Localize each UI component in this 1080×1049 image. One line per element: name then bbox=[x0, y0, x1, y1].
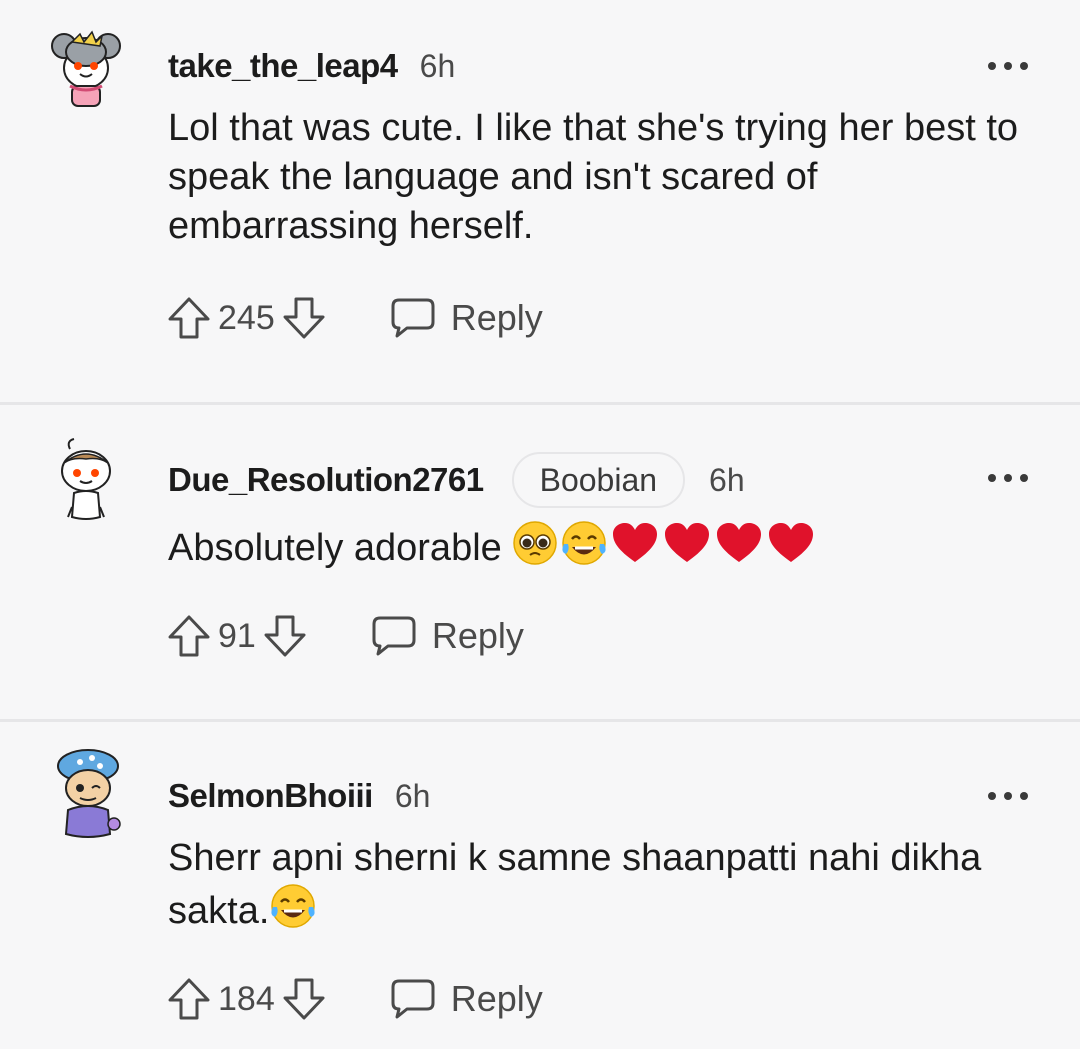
comment-body: Lol that was cute. I like that she's try… bbox=[168, 107, 1019, 247]
more-options-icon[interactable] bbox=[988, 790, 1028, 802]
more-options-icon[interactable] bbox=[988, 60, 1028, 72]
downvote-icon[interactable] bbox=[262, 613, 308, 659]
username[interactable]: Due_Resolution2761 bbox=[168, 461, 484, 499]
reply-button[interactable]: Reply bbox=[389, 296, 543, 340]
vote-count: 91 bbox=[218, 616, 256, 655]
tears-of-joy-icon bbox=[560, 520, 608, 579]
timestamp: 6h bbox=[419, 47, 456, 84]
upvote-icon[interactable] bbox=[166, 613, 212, 659]
timestamp: 6h bbox=[394, 777, 431, 814]
red-heart-icon bbox=[662, 520, 712, 579]
comment-header: take_the_leap4 6h bbox=[168, 44, 455, 88]
timestamp: 6h bbox=[709, 461, 745, 498]
downvote-icon[interactable] bbox=[281, 295, 327, 341]
comment-3: SelmonBhoiii 6h Sherr apni sherni k samn… bbox=[0, 722, 1080, 1049]
reply-button[interactable]: Reply bbox=[389, 977, 543, 1021]
comment-actions: 184 Reply bbox=[166, 974, 543, 1024]
red-heart-icon bbox=[714, 520, 764, 579]
pleading-face-icon bbox=[512, 520, 558, 579]
vote-count: 184 bbox=[218, 979, 275, 1018]
comment-actions: 245 Reply bbox=[166, 293, 543, 343]
upvote-icon[interactable] bbox=[166, 976, 212, 1022]
chat-bubble-icon bbox=[391, 298, 435, 338]
user-flair-badge: Boobian bbox=[511, 452, 686, 508]
username[interactable]: take_the_leap4 bbox=[168, 47, 398, 85]
red-heart-icon bbox=[610, 520, 660, 579]
reply-label: Reply bbox=[431, 615, 524, 656]
chat-bubble-icon bbox=[391, 979, 435, 1019]
reply-button[interactable]: Reply bbox=[370, 614, 524, 658]
chat-bubble-icon bbox=[372, 616, 416, 656]
snoo-avatar-icon bbox=[57, 749, 121, 838]
snoo-avatar-icon bbox=[51, 30, 121, 107]
vote-count: 245 bbox=[218, 298, 275, 337]
comment-body: Absolutely adorable bbox=[168, 520, 1048, 579]
comment-text: Absolutely adorable bbox=[168, 527, 513, 569]
red-heart-icon bbox=[766, 520, 816, 579]
comment-header: Due_Resolution2761 Boobian 6h bbox=[168, 452, 745, 508]
snoo-avatar-icon bbox=[61, 438, 111, 520]
user-avatar[interactable] bbox=[50, 744, 122, 838]
user-avatar[interactable] bbox=[50, 437, 122, 520]
comment-1: take_the_leap4 6h Lol that was cute. I l… bbox=[0, 0, 1080, 402]
username[interactable]: SelmonBhoiii bbox=[168, 777, 373, 815]
upvote-icon[interactable] bbox=[166, 295, 212, 341]
comment-2: Due_Resolution2761 Boobian 6h Absolutely… bbox=[0, 405, 1080, 719]
downvote-icon[interactable] bbox=[281, 976, 327, 1022]
reply-label: Reply bbox=[450, 978, 543, 1019]
user-avatar[interactable] bbox=[50, 22, 122, 107]
tears-of-joy-icon bbox=[269, 883, 317, 942]
reply-label: Reply bbox=[450, 297, 543, 338]
comment-body: Sherr apni sherni k samne shaanpatti nah… bbox=[168, 834, 1048, 942]
more-options-icon[interactable] bbox=[988, 472, 1028, 484]
comment-header: SelmonBhoiii 6h bbox=[168, 774, 430, 818]
comment-actions: 91 Reply bbox=[166, 611, 524, 661]
